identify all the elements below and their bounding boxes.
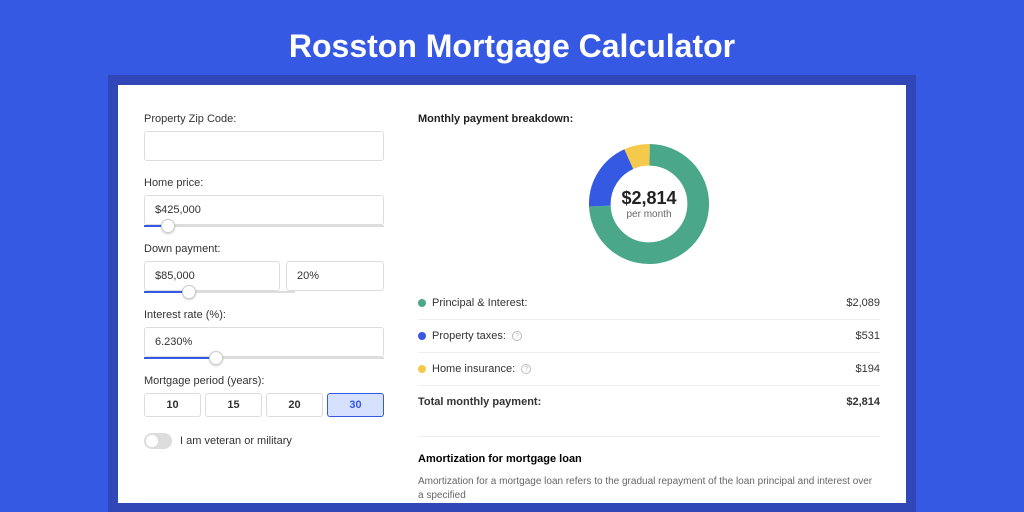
veteran-label: I am veteran or military — [180, 435, 292, 447]
dot-yellow-icon — [418, 365, 426, 373]
rate-label: Interest rate (%): — [144, 309, 384, 321]
row-principal: Principal & Interest: $2,089 — [418, 287, 880, 320]
down-slider-thumb[interactable] — [182, 285, 196, 299]
calculator-card: Property Zip Code: Home price: Down paym… — [118, 85, 906, 503]
row-total-label: Total monthly payment: — [418, 396, 541, 408]
inputs-panel: Property Zip Code: Home price: Down paym… — [144, 113, 384, 503]
price-label: Home price: — [144, 177, 384, 189]
down-pct-input[interactable] — [286, 261, 384, 291]
row-taxes-value: $531 — [856, 330, 880, 342]
row-insurance-value: $194 — [856, 363, 880, 375]
amort-text: Amortization for a mortgage loan refers … — [418, 475, 880, 503]
veteran-toggle[interactable] — [144, 433, 172, 449]
price-slider[interactable] — [144, 225, 384, 227]
rate-input[interactable] — [144, 327, 384, 357]
page-title: Rosston Mortgage Calculator — [0, 0, 1024, 85]
price-input[interactable] — [144, 195, 384, 225]
amort-title: Amortization for mortgage loan — [418, 453, 880, 465]
row-taxes: Property taxes: ? $531 — [418, 320, 880, 353]
info-icon[interactable]: ? — [512, 331, 522, 341]
info-icon[interactable]: ? — [521, 364, 531, 374]
dot-blue-icon — [418, 332, 426, 340]
row-insurance: Home insurance: ? $194 — [418, 353, 880, 386]
donut-chart: $2,814 per month — [418, 139, 880, 269]
donut-center: $2,814 per month — [584, 139, 714, 269]
period-label: Mortgage period (years): — [144, 375, 384, 387]
zip-field: Property Zip Code: — [144, 113, 384, 161]
period-buttons: 10 15 20 30 — [144, 393, 384, 417]
period-field: Mortgage period (years): 10 15 20 30 — [144, 375, 384, 417]
row-insurance-label: Home insurance: — [432, 363, 515, 375]
row-total: Total monthly payment: $2,814 — [418, 386, 880, 418]
down-slider[interactable] — [144, 291, 295, 293]
dot-green-icon — [418, 299, 426, 307]
donut-sub: per month — [626, 209, 671, 220]
row-total-value: $2,814 — [846, 396, 880, 408]
donut-amount: $2,814 — [621, 188, 676, 209]
period-20-button[interactable]: 20 — [266, 393, 323, 417]
price-field: Home price: — [144, 177, 384, 227]
zip-label: Property Zip Code: — [144, 113, 384, 125]
rate-slider[interactable] — [144, 357, 384, 359]
zip-input[interactable] — [144, 131, 384, 161]
row-principal-label: Principal & Interest: — [432, 297, 527, 309]
row-taxes-label: Property taxes: — [432, 330, 506, 342]
rate-slider-thumb[interactable] — [209, 351, 223, 365]
breakdown-title: Monthly payment breakdown: — [418, 113, 880, 125]
amortization-section: Amortization for mortgage loan Amortizat… — [418, 436, 880, 503]
period-30-button[interactable]: 30 — [327, 393, 384, 417]
results-panel: Monthly payment breakdown: $2,814 per mo… — [418, 113, 880, 503]
down-label: Down payment: — [144, 243, 384, 255]
down-field: Down payment: — [144, 243, 384, 293]
down-amount-input[interactable] — [144, 261, 280, 291]
period-15-button[interactable]: 15 — [205, 393, 262, 417]
price-slider-thumb[interactable] — [161, 219, 175, 233]
rate-field: Interest rate (%): — [144, 309, 384, 359]
row-principal-value: $2,089 — [846, 297, 880, 309]
veteran-row: I am veteran or military — [144, 433, 384, 449]
period-10-button[interactable]: 10 — [144, 393, 201, 417]
